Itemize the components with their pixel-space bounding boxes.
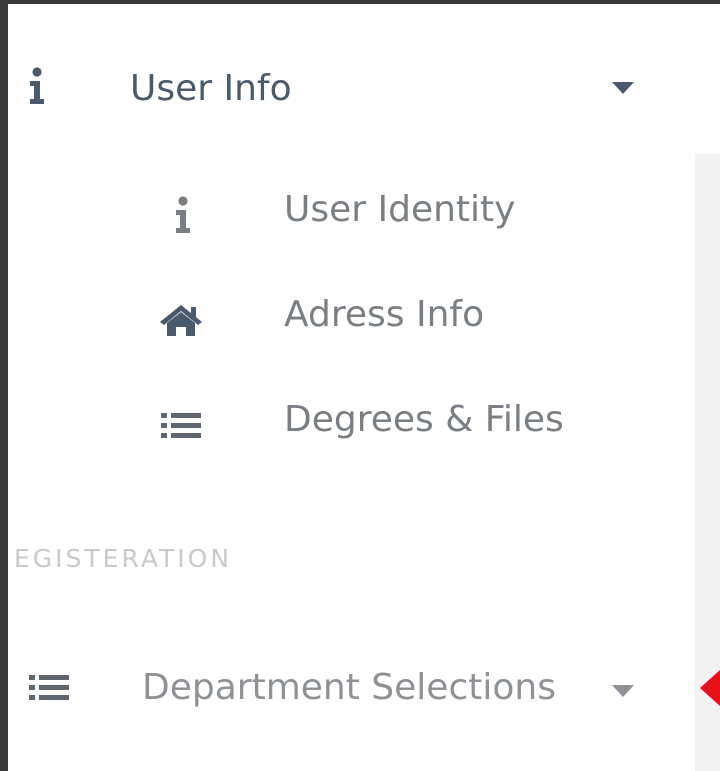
content-header — [695, 4, 720, 154]
sidebar-item-user-info[interactable]: User Info — [8, 54, 695, 124]
info-icon — [22, 66, 52, 106]
home-icon — [156, 302, 206, 338]
sidebar-item-label: User Info — [130, 68, 292, 109]
app-window: User Info User Identity Adress Info Degr… — [0, 0, 720, 771]
sidebar-subitem-degrees-files[interactable]: Degrees & Files — [108, 389, 668, 459]
info-icon — [168, 193, 198, 237]
sidebar-item-label: Department Selections — [142, 667, 556, 708]
sidebar-item-department-selections[interactable]: Department Selections — [8, 649, 695, 729]
sidebar-subitem-label: Degrees & Files — [284, 399, 564, 440]
sidebar-subitem-label: User Identity — [284, 189, 516, 230]
sidebar-subitem-label: Adress Info — [284, 294, 485, 335]
list-icon — [26, 671, 72, 705]
caret-down-icon — [608, 679, 638, 703]
red-arrow-pointer-icon — [700, 670, 720, 706]
list-icon — [158, 409, 204, 443]
caret-down-icon — [608, 76, 638, 100]
sidebar-subitem-adress-info[interactable]: Adress Info — [108, 284, 668, 354]
section-title: EGISTERATION — [14, 544, 233, 573]
sidebar-subitem-user-identity[interactable]: User Identity — [108, 179, 668, 249]
sidebar: User Info User Identity Adress Info Degr… — [8, 4, 695, 771]
